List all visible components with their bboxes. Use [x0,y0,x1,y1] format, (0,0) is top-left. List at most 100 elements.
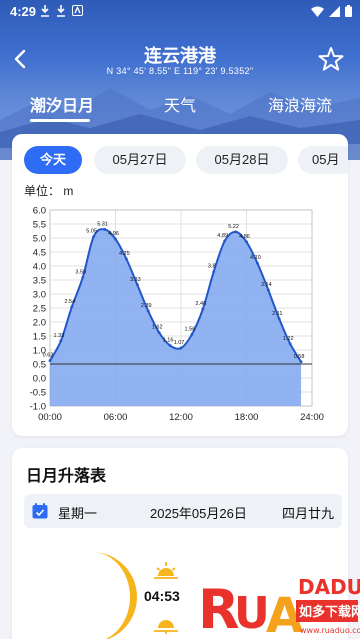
app-notification-icon [72,5,83,16]
sunrise-icon [154,562,178,579]
tide-value-label: 4.86 [239,234,250,240]
tide-point [70,305,74,309]
tide-point [234,230,237,234]
tide-value-label: 1.62 [152,325,163,331]
moon-icon [92,552,137,639]
y-tick-label: 3.5 [33,276,46,287]
unit-label: 单位： m [24,184,74,198]
tide-point [212,270,216,273]
y-tick-label: 6.0 [33,206,46,217]
x-tick-label: 18:00 [235,412,259,423]
tide-point [157,331,161,335]
y-tick-label: 0.5 [33,360,46,371]
calendar-icon [32,503,48,519]
tide-point [146,309,150,313]
y-tick-label: 3.0 [33,290,46,301]
coordinates-text: N 34° 45' 8.55" E 119° 23' 9.5352" [106,66,254,76]
y-tick-label: 1.5 [33,332,46,343]
tide-value-label: 0.62 [43,353,54,359]
tide-point [103,227,106,231]
page-title: 连云港港 [144,46,216,66]
tide-point [135,283,139,287]
tide-value-label: 4.89 [217,233,228,239]
date-chip-0528[interactable]: 05月28日 [196,146,288,174]
favorite-star-icon[interactable] [318,46,344,72]
battery-icon [345,5,352,17]
tide-point [201,307,205,311]
y-tick-label: 5.5 [33,220,46,231]
tide-point [81,276,85,279]
date-chip-0527[interactable]: 05月27日 [94,146,186,174]
sunset-icon [154,620,178,634]
tide-point [179,346,183,350]
tide-point [266,288,270,292]
section-title: 日月升落表 [26,468,107,485]
date-chip-next[interactable]: 05月 [298,146,348,174]
tab-tide-sun-moon[interactable]: 潮汐日月 [30,92,94,116]
tide-value-label: 3.8 [208,264,216,270]
svg-text:DADUO: DADUO [298,575,360,599]
status-time: 4:29 [10,4,37,19]
tide-point [190,332,194,336]
tide-value-label: 2.11 [272,311,282,317]
tab-weather[interactable]: 天气 [164,92,196,116]
svg-text:U: U [234,588,270,639]
tide-point [114,237,117,241]
tide-point [299,360,303,364]
date-text: 2025年05月26日 [150,506,247,521]
y-tick-label: 0.0 [33,374,46,385]
system-icons [311,5,352,17]
y-tick-label: 5.0 [33,234,46,245]
signal-icon [329,5,340,17]
tide-value-label: 2.46 [195,301,206,307]
tide-value-label: 2.39 [141,303,152,309]
tide-card: 今天 05月27日 05月28日 05月 单位： m 6.0 5.5 5.0 4.5 4… [12,134,348,436]
tide-value-label: 4.96 [108,231,119,237]
tide-value-label: 0.58 [294,354,305,360]
date-band: 星期一 2025年05月26日 四月廿九 [24,494,342,528]
tide-point [223,239,227,243]
svg-text:www.ruaduo.com: www.ruaduo.com [300,626,360,635]
tide-point [59,339,63,343]
tide-point [277,317,281,321]
tide-value-label: 3.33 [130,277,141,283]
x-tick-label: 24:00 [300,412,324,423]
tide-value-label: 5.05 [86,229,97,235]
tide-point [288,342,292,346]
notification-icons [40,5,83,17]
tide-point [48,359,52,363]
date-chip-row[interactable]: 今天 05月27日 05月28日 05月 [24,146,348,176]
tide-value-label: 1.16 [163,338,174,344]
download-icon [41,5,49,17]
tide-value-label: 5.31 [97,221,108,227]
tide-value-label: 1.22 [283,336,294,342]
tide-value-label: 3.59 [75,269,86,275]
tide-value-label: 1.07 [174,340,185,346]
x-tick-label: 00:00 [38,412,62,423]
tide-value-label: 1.33 [54,333,65,339]
y-tick-label: 2.5 [33,304,46,315]
x-tick-label: 12:00 [169,412,193,423]
tide-value-label: 1.56 [185,326,196,332]
wifi-icon [311,6,324,17]
tab-waves-currents[interactable]: 海浪海流 [268,92,332,116]
download-icon [57,5,65,17]
y-tick-label: -1.0 [30,402,46,413]
status-bar: 4:29 [0,0,360,24]
lunar-date-text: 四月廿九 [282,506,335,521]
y-tick-label: 4.0 [33,262,46,273]
sunrise-time: 04:53 [144,588,180,604]
tide-chart: 6.05.55.04.54.03.53.02.52.01.51.00.50.0-… [30,206,324,424]
tide-value-label: 3.14 [261,282,272,288]
tide-value-label: 4.25 [119,251,130,257]
y-tick-label: 2.0 [33,318,46,329]
tide-point [256,261,259,265]
svg-text:如多下载网: 如多下载网 [299,604,360,620]
date-chip-today[interactable]: 今天 [24,146,82,174]
weekday-text: 星期一 [58,506,98,521]
back-arrow-icon[interactable] [10,48,32,70]
tide-point [168,344,172,347]
tide-point [92,235,96,238]
main-tabs: 潮汐日月 天气 海浪海流 [0,88,360,124]
site-watermark-logo: R U A DADUO 如多下载网 www.ruaduo.com [198,575,360,639]
